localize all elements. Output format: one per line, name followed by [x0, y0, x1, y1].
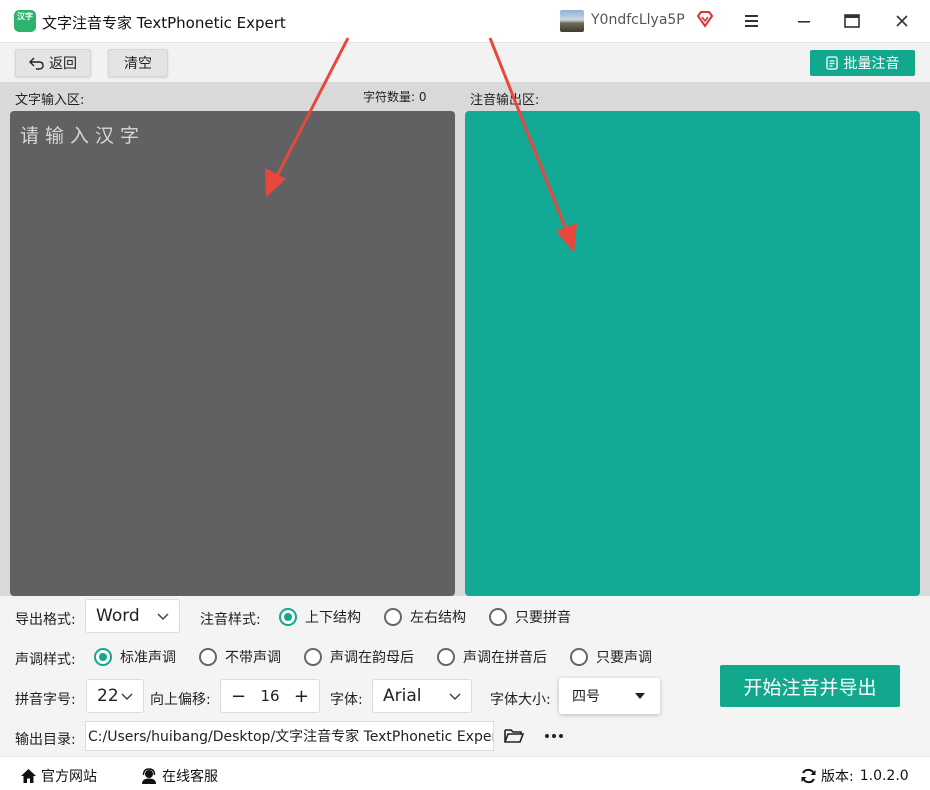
tone-style-label: 声调样式:: [15, 652, 76, 668]
app-title: 文字注音专家 TextPhonetic Expert: [42, 14, 286, 32]
export-format-value: Word: [96, 606, 140, 626]
menu-icon[interactable]: [742, 12, 762, 30]
offset-label: 向上偏移:: [150, 692, 211, 708]
input-placeholder: 请输入汉字: [20, 125, 146, 147]
annotation-style-label: 注音样式:: [200, 612, 261, 628]
pinyin-size-value: 22: [97, 686, 119, 706]
output-dir-label: 输出目录:: [15, 732, 76, 748]
chevron-down-icon: [449, 693, 461, 701]
font-size-select[interactable]: 四号: [559, 678, 660, 714]
char-count-label: 字符数量:: [363, 90, 416, 104]
official-website-link[interactable]: 官方网站: [20, 766, 97, 786]
pinyin-size-select[interactable]: 22: [86, 679, 144, 713]
radio-tone-after-final[interactable]: 声调在韵母后: [304, 647, 414, 667]
online-support-link[interactable]: 在线客服: [140, 766, 218, 786]
plus-icon[interactable]: +: [294, 686, 309, 707]
chevron-down-icon: [121, 693, 133, 701]
output-dir-input[interactable]: C:/Users/huibang/Desktop/文字注音专家 TextPhon…: [85, 721, 494, 751]
radio-tone-only[interactable]: 只要声调: [570, 647, 652, 667]
export-format-label: 导出格式:: [15, 612, 76, 628]
clear-button-label: 清空: [124, 56, 152, 72]
char-count: 字符数量: 0: [363, 88, 427, 105]
text-input-area[interactable]: 请输入汉字: [10, 111, 455, 596]
version-label: 版本:: [821, 769, 854, 785]
batch-annotate-label: 批量注音: [843, 56, 900, 72]
toolbar: 返回 清空 批量注音: [0, 42, 930, 82]
radio-label: 声调在韵母后: [330, 650, 414, 666]
radio-label: 上下结构: [305, 610, 361, 626]
minus-icon[interactable]: −: [231, 686, 246, 707]
version-info[interactable]: 版本: 1.0.2.0: [800, 766, 909, 786]
font-select[interactable]: Arial: [372, 679, 472, 713]
version-value: 1.0.2.0: [859, 768, 909, 784]
back-arrow-icon: [29, 57, 44, 70]
radio-unselected-icon: [570, 648, 588, 666]
app-logo-icon: 汉字: [14, 10, 36, 32]
close-icon[interactable]: [893, 12, 911, 30]
user-avatar[interactable]: [560, 10, 584, 32]
font-size-value: 四号: [572, 689, 600, 705]
offset-stepper[interactable]: − 16 +: [220, 679, 320, 713]
output-area-label: 注音输出区:: [470, 93, 540, 108]
char-count-value: 0: [418, 90, 427, 104]
export-format-select[interactable]: Word: [85, 599, 180, 633]
title-bar: 汉字 文字注音专家 TextPhonetic Expert Y0ndfcLlya…: [0, 0, 930, 42]
maximize-icon[interactable]: [843, 12, 861, 30]
font-label: 字体:: [330, 692, 363, 708]
caret-down-icon: [635, 693, 645, 699]
radio-label: 声调在拼音后: [463, 650, 547, 666]
username[interactable]: Y0ndfcLlya5P: [591, 12, 685, 28]
settings-panel: 导出格式: Word 注音样式: 上下结构 左右结构 只要拼音 声调样式: 标准…: [0, 596, 930, 756]
radio-annotation-pinyin-only[interactable]: 只要拼音: [489, 607, 571, 627]
headset-user-icon: [142, 768, 156, 784]
back-button[interactable]: 返回: [15, 49, 91, 77]
radio-unselected-icon: [304, 648, 322, 666]
editor-area: 文字输入区: 字符数量: 0 注音输出区: 请输入汉字: [0, 82, 930, 596]
input-area-label: 文字输入区:: [15, 93, 85, 108]
radio-label: 不带声调: [225, 650, 281, 666]
radio-unselected-icon: [489, 608, 507, 626]
radio-label: 只要拼音: [515, 610, 571, 626]
radio-tone-after-pinyin[interactable]: 声调在拼音后: [437, 647, 547, 667]
chevron-down-icon: [157, 613, 169, 621]
online-support-label: 在线客服: [162, 769, 218, 785]
clear-button[interactable]: 清空: [108, 49, 168, 77]
vip-diamond-icon[interactable]: [696, 10, 714, 28]
radio-unselected-icon: [384, 608, 402, 626]
font-value: Arial: [383, 686, 422, 706]
radio-tone-none[interactable]: 不带声调: [199, 647, 281, 667]
official-website-label: 官方网站: [41, 769, 97, 785]
radio-label: 标准声调: [120, 650, 176, 666]
minimize-icon[interactable]: [795, 12, 813, 30]
pinyin-size-label: 拼音字号:: [15, 692, 76, 708]
phonetic-output-area[interactable]: [465, 111, 920, 596]
radio-annotation-vertical[interactable]: 上下结构: [279, 607, 361, 627]
back-button-label: 返回: [49, 56, 77, 72]
radio-unselected-icon: [437, 648, 455, 666]
radio-selected-icon: [279, 608, 297, 626]
app-logo-text: 汉字: [17, 12, 33, 21]
start-button-label: 开始注音并导出: [743, 676, 877, 699]
batch-annotate-button[interactable]: 批量注音: [810, 50, 915, 76]
radio-annotation-horizontal[interactable]: 左右结构: [384, 607, 466, 627]
more-icon[interactable]: [543, 727, 565, 745]
font-size-label: 字体大小:: [490, 692, 551, 708]
radio-label: 左右结构: [410, 610, 466, 626]
document-icon: [825, 56, 838, 70]
radio-tone-standard[interactable]: 标准声调: [94, 647, 176, 667]
radio-unselected-icon: [199, 648, 217, 666]
home-icon: [21, 769, 36, 783]
start-annotate-export-button[interactable]: 开始注音并导出: [720, 665, 900, 707]
refresh-icon: [801, 768, 816, 784]
folder-open-icon[interactable]: [503, 727, 525, 745]
status-bar: 官方网站 在线客服 版本: 1.0.2.0: [0, 756, 930, 790]
radio-label: 只要声调: [596, 650, 652, 666]
offset-value[interactable]: 16: [260, 687, 279, 705]
radio-selected-icon: [94, 648, 112, 666]
